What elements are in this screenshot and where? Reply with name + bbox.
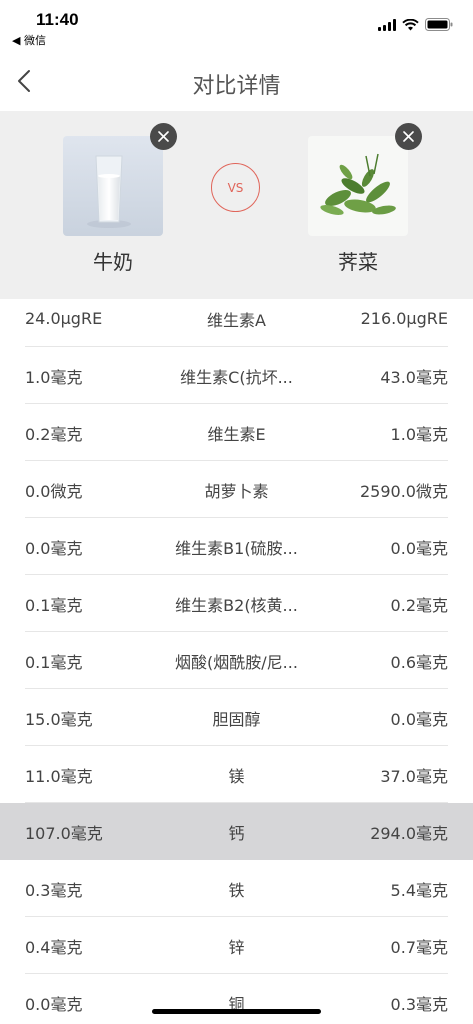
nutrient-name: 维生素B2(核黄...	[175, 595, 298, 615]
food-name-right: 荠菜	[338, 250, 378, 274]
left-value: 11.0毫克	[25, 766, 93, 786]
food-card-left[interactable]: 牛奶	[63, 123, 177, 275]
right-value: 37.0毫克	[380, 766, 448, 786]
shepherds-purse-image	[308, 136, 408, 236]
nutrient-name: 维生素B1(硫胺...	[175, 538, 298, 558]
close-icon	[158, 131, 169, 142]
left-value: 0.0毫克	[25, 538, 83, 558]
right-value: 0.7毫克	[390, 937, 448, 957]
left-value: 15.0毫克	[25, 709, 93, 729]
right-value: 216.0μgRE	[360, 309, 448, 328]
nutrient-name: 维生素E	[207, 424, 266, 444]
right-value: 0.0毫克	[390, 709, 448, 729]
nutrient-name: 钙	[228, 823, 245, 843]
table-row[interactable]: 0.3毫克 铁 5.4毫克	[0, 860, 473, 917]
back-to-wechat-link[interactable]: ◀ 微信	[12, 32, 46, 48]
table-row[interactable]: 0.1毫克 维生素B2(核黄... 0.2毫克	[0, 575, 473, 632]
close-icon	[403, 131, 414, 142]
left-value: 0.1毫克	[25, 595, 83, 615]
status-time: 11:40	[36, 10, 79, 29]
table-row[interactable]: 1.0毫克 维生素C(抗坏... 43.0毫克	[0, 347, 473, 404]
nutrient-table: 24.0μgRE 维生素A 216.0μgRE 1.0毫克 维生素C(抗坏...…	[0, 290, 473, 1024]
food-card-right[interactable]: 荠菜	[308, 123, 422, 275]
vs-badge: VS	[211, 163, 260, 212]
table-row[interactable]: 0.2毫克 维生素E 1.0毫克	[0, 404, 473, 461]
left-value: 0.2毫克	[25, 424, 83, 444]
right-value: 0.0毫克	[390, 538, 448, 558]
table-row[interactable]: 0.0微克 胡萝卜素 2590.0微克	[0, 461, 473, 518]
nutrient-name: 铁	[228, 880, 245, 900]
table-row[interactable]: 0.1毫克 烟酸(烟酰胺/尼... 0.6毫克	[0, 632, 473, 689]
food-name-left: 牛奶	[93, 250, 133, 274]
remove-right-food-button[interactable]	[395, 123, 422, 150]
left-value: 0.4毫克	[25, 937, 83, 957]
right-value: 1.0毫克	[390, 424, 448, 444]
wifi-icon	[402, 19, 419, 31]
left-value: 0.3毫克	[25, 880, 83, 900]
left-value: 0.0微克	[25, 481, 83, 501]
remove-left-food-button[interactable]	[150, 123, 177, 150]
nutrient-name: 维生素C(抗坏...	[180, 367, 293, 387]
table-row[interactable]: 11.0毫克 镁 37.0毫克	[0, 746, 473, 803]
nutrient-name: 胡萝卜素	[204, 481, 269, 501]
right-value: 0.6毫克	[390, 652, 448, 672]
status-icons	[378, 18, 453, 31]
nav-bar: 对比详情	[0, 54, 473, 110]
page-title: 对比详情	[192, 74, 281, 99]
right-value: 0.3毫克	[390, 994, 448, 1014]
nutrient-name: 胆固醇	[212, 709, 261, 729]
table-row[interactable]: 24.0μgRE 维生素A 216.0μgRE	[0, 290, 473, 347]
right-value: 43.0毫克	[380, 367, 448, 387]
table-row[interactable]: 15.0毫克 胆固醇 0.0毫克	[0, 689, 473, 746]
table-row-highlighted[interactable]: 107.0毫克 钙 294.0毫克	[0, 803, 473, 860]
right-value: 294.0毫克	[370, 823, 448, 843]
table-row[interactable]: 0.0毫克 维生素B1(硫胺... 0.0毫克	[0, 518, 473, 575]
nutrient-name: 烟酸(烟酰胺/尼...	[175, 652, 298, 672]
right-value: 0.2毫克	[390, 595, 448, 615]
nutrient-name: 锌	[228, 937, 245, 957]
right-value: 2590.0微克	[360, 481, 448, 501]
nutrient-name: 维生素A	[207, 310, 266, 330]
status-bar: 11:40 ◀ 微信	[0, 0, 473, 48]
left-value: 1.0毫克	[25, 367, 83, 387]
table-row[interactable]: 0.0毫克 铜 0.3毫克	[0, 974, 473, 1024]
right-value: 5.4毫克	[390, 880, 448, 900]
cellular-signal-icon	[378, 19, 396, 31]
milk-glass-image	[63, 136, 163, 236]
left-value: 0.1毫克	[25, 652, 83, 672]
nutrient-name: 镁	[228, 766, 245, 786]
left-value: 24.0μgRE	[25, 309, 103, 328]
home-indicator[interactable]	[152, 1009, 321, 1014]
left-value: 0.0毫克	[25, 994, 83, 1014]
left-value: 107.0毫克	[25, 823, 103, 843]
battery-icon	[425, 18, 453, 31]
table-row[interactable]: 0.4毫克 锌 0.7毫克	[0, 917, 473, 974]
compare-header: 牛奶 VS 荠菜	[0, 111, 473, 299]
